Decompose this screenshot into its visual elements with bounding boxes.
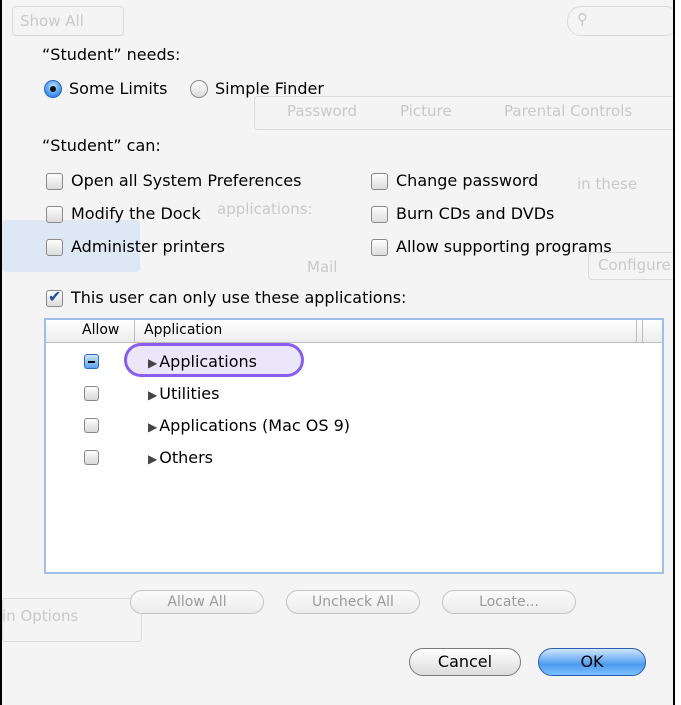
radio-some-limits[interactable] [44,80,62,98]
row-others[interactable]: ▶ Others [148,448,213,467]
column-divider [636,320,637,342]
checkbox-burn-cds[interactable] [371,206,388,223]
table-row[interactable]: ▶ Others [46,444,662,472]
sheet-window: Show All ⚲ Password Picture Parental Con… [0,0,675,705]
disclosure-triangle-icon[interactable]: ▶ [148,356,157,370]
needs-label: “Student” needs: [42,45,181,64]
checkbox-modify-dock-label[interactable]: Modify the Dock [71,204,201,223]
uncheck-all-button[interactable]: Uncheck All [286,590,420,614]
checkbox-only-these-apps[interactable] [46,287,63,307]
checkbox-modify-dock[interactable] [46,206,63,223]
row-applications-mac-os-9[interactable]: ▶ Applications (Mac OS 9) [148,416,350,435]
cancel-button[interactable]: Cancel [409,648,521,676]
row-label: Others [159,448,213,467]
column-header-allow[interactable]: Allow [82,322,119,338]
radio-simple-finder-label[interactable]: Simple Finder [215,79,324,98]
table-row[interactable]: ▶ Applications [46,343,662,377]
row-label: Utilities [159,384,220,403]
can-label: “Student” can: [42,136,161,155]
parental-sheet: “Student” needs: Some Limits Simple Find… [2,0,673,705]
checkbox-only-these-apps-label[interactable]: This user can only use these application… [71,288,406,307]
column-header-application[interactable]: Application [144,322,222,338]
disclosure-triangle-icon[interactable]: ▶ [148,420,157,434]
checkbox-burn-cds-label[interactable]: Burn CDs and DVDs [396,204,554,223]
row-label: Applications [159,352,257,371]
allow-checkbox[interactable] [84,386,99,401]
allow-checkbox[interactable] [84,450,99,465]
locate-button[interactable]: Locate... [442,590,576,614]
allow-all-button[interactable]: Allow All [130,590,264,614]
column-divider [642,320,643,342]
ok-button[interactable]: OK [538,648,646,676]
checkbox-allow-supporting[interactable] [371,239,388,256]
applications-table: Allow Application ▶ Applications ▶ Utiliti… [44,318,664,574]
disclosure-triangle-icon[interactable]: ▶ [148,452,157,466]
checkbox-open-system-prefs[interactable] [46,173,63,190]
checkbox-open-system-prefs-label[interactable]: Open all System Preferences [71,171,301,190]
checkbox-administer-printers[interactable] [46,239,63,256]
allow-checkbox-mixed[interactable] [84,354,99,369]
row-label: Applications (Mac OS 9) [159,416,351,435]
table-row[interactable]: ▶ Applications (Mac OS 9) [46,412,662,440]
row-applications[interactable]: ▶ Applications [148,352,257,371]
table-header: Allow Application [46,320,662,343]
radio-some-limits-label[interactable]: Some Limits [69,79,167,98]
checkbox-change-password[interactable] [371,173,388,190]
table-row[interactable]: ▶ Utilities [46,380,662,408]
allow-checkbox[interactable] [84,418,99,433]
radio-simple-finder[interactable] [190,80,208,98]
checkbox-allow-supporting-label[interactable]: Allow supporting programs [396,237,612,256]
checkbox-administer-printers-label[interactable]: Administer printers [71,237,225,256]
row-utilities[interactable]: ▶ Utilities [148,384,219,403]
disclosure-triangle-icon[interactable]: ▶ [148,388,157,402]
column-divider [134,320,135,342]
checkbox-change-password-label[interactable]: Change password [396,171,538,190]
